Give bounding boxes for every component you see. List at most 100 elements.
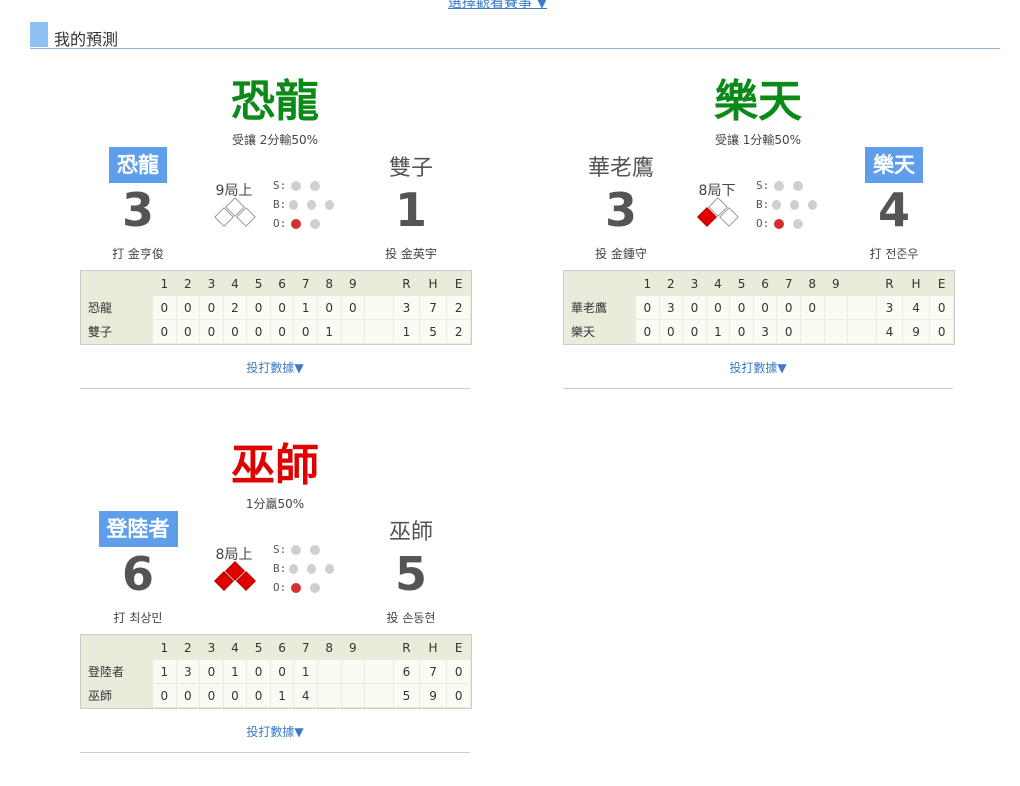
rhe-header: R	[877, 272, 902, 295]
inning-score: 0	[636, 320, 659, 343]
linescore-gap	[365, 660, 394, 683]
count-dot	[808, 199, 817, 210]
inning-header: 1	[153, 636, 176, 659]
count-dot	[307, 199, 317, 210]
count-row: O:	[273, 578, 343, 597]
inning-header: 4	[223, 636, 247, 659]
home-player: 投 金英宇	[385, 247, 437, 261]
linescore-table: 1 2 3 4 5 6 7 8 9 R H E 恐龍 0 0 0 2 0 0 1 0 0 3 7 2 雙子 0 0 0 0 0 0 0 1 1 5 2	[80, 270, 472, 345]
inning-score: 0	[270, 320, 294, 343]
errors: 0	[930, 320, 953, 343]
inning-score: 0	[247, 660, 270, 683]
inning-score: 0	[730, 320, 753, 343]
game-card: 恐龍 受讓 2分輸50% 恐龍 3 打 金亨俊 雙子 1 投 金英宇 9局上 S: B: O: 1 2 3 4…	[80, 76, 472, 406]
home-team-name: 雙子	[388, 156, 433, 181]
table-row: 登陸者 1 3 0 1 0 0 1 6 7 0	[82, 660, 470, 683]
count-dot	[774, 180, 784, 191]
linescore-gap	[365, 272, 394, 295]
stats-link[interactable]: 投打數據▼	[80, 723, 470, 740]
count-dot	[793, 218, 803, 229]
predicted-team: 巫師	[231, 440, 319, 491]
inning-score: 1	[270, 684, 294, 707]
rhe-header: R	[394, 636, 419, 659]
inning-header: 9	[341, 636, 365, 659]
inning-score: 0	[200, 320, 223, 343]
inning-score: 0	[683, 320, 706, 343]
inning-score	[341, 660, 365, 683]
linescore-gap	[365, 296, 394, 319]
away-score: 3	[121, 183, 154, 237]
inning-header: 3	[200, 636, 223, 659]
inning-score: 0	[200, 684, 223, 707]
linescore-table: 1 2 3 4 5 6 7 8 9 R H E 華老鷹 0 3 0 0 0 0 0 0 3 4 0 樂天 0 0 0 1 0 3 0 4 9 0	[563, 270, 955, 345]
errors: 0	[447, 684, 470, 707]
errors: 2	[447, 296, 470, 319]
inning-score: 0	[247, 684, 270, 707]
count-indicator: S: B: O:	[756, 176, 826, 233]
runs: 1	[394, 320, 419, 343]
count-label: B:	[273, 198, 287, 211]
inning-header: 1	[153, 272, 176, 295]
section-header-bar	[30, 22, 48, 47]
hits: 7	[419, 296, 447, 319]
inning-score: 0	[176, 684, 200, 707]
home-team-name: 巫師	[388, 520, 433, 545]
inning-header: 5	[247, 272, 270, 295]
predicted-team: 樂天	[714, 76, 802, 127]
bases-diamond	[696, 196, 744, 236]
count-label: O:	[756, 217, 770, 230]
away-player: 打 최상민	[113, 611, 163, 625]
linescore: 1 2 3 4 5 6 7 8 9 R H E 華老鷹 0 3 0 0 0 0 0 0 3 4 0 樂天 0 0 0 1 0 3 0 4 9 0	[564, 271, 954, 344]
errors: 0	[930, 296, 953, 319]
inning-header: 6	[270, 636, 294, 659]
inning-score: 0	[730, 296, 753, 319]
linescore-gap	[365, 684, 394, 707]
select-game-link[interactable]: 選擇觀看賽事 ▼	[448, 0, 547, 12]
inning-score: 0	[753, 296, 777, 319]
inning-header: 7	[294, 272, 317, 295]
inning-score: 0	[270, 660, 294, 683]
inning-score: 1	[706, 320, 730, 343]
inning-score: 0	[659, 320, 683, 343]
errors: 2	[447, 320, 470, 343]
stats-link[interactable]: 投打數據▼	[80, 359, 470, 376]
odds-text: 受讓 1分輸50%	[714, 133, 802, 147]
inning-score: 0	[247, 296, 270, 319]
linescore-header: 123456789 RHE	[565, 272, 953, 295]
count-row: S:	[273, 176, 343, 195]
hits: 4	[902, 296, 930, 319]
inning-score	[800, 320, 824, 343]
count-dot	[291, 180, 301, 191]
linescore-corner	[565, 272, 635, 295]
rhe-header: E	[447, 636, 470, 659]
bases-diamond	[213, 560, 261, 600]
table-row: 巫師 0 0 0 0 0 1 4 5 9 0	[82, 684, 470, 707]
count-dot	[793, 180, 803, 191]
inning-score: 0	[176, 320, 200, 343]
runs: 5	[394, 684, 419, 707]
inning-score: 1	[223, 660, 247, 683]
linescore-table: 1 2 3 4 5 6 7 8 9 R H E 登陸者 1 3 0 1 0 0 1 6 7 0 巫師 0 0 0 0 0 1 4 5 9 0	[80, 634, 472, 709]
stats-link[interactable]: 投打數據▼	[563, 359, 953, 376]
inning-score: 0	[247, 320, 270, 343]
inning-score: 0	[176, 296, 200, 319]
odds-text: 1分贏50%	[245, 497, 305, 511]
away-score: 6	[121, 547, 154, 601]
count-row: S:	[273, 540, 343, 559]
inning-score: 0	[683, 296, 706, 319]
inning-header: 5	[730, 272, 753, 295]
home-score: 4	[877, 183, 910, 237]
count-dot	[772, 199, 782, 210]
inning-score: 0	[706, 296, 730, 319]
game-card: 巫師 1分贏50% 登陸者 6 打 최상민 巫師 5 投 손동현 8局上 S: B: O: 1 2 3 4 5 6…	[80, 440, 472, 770]
inning-header: 2	[176, 272, 200, 295]
count-dot	[790, 199, 800, 210]
inning-header: 2	[176, 636, 200, 659]
count-dot	[310, 218, 320, 229]
linescore-team: 恐龍	[82, 296, 152, 319]
hits: 5	[419, 320, 447, 343]
linescore: 1 2 3 4 5 6 7 8 9 R H E 恐龍 0 0 0 2 0 0 1 0 0 3 7 2 雙子 0 0 0 0 0 0 0 1 1 5 2	[81, 271, 471, 344]
count-dot	[310, 544, 320, 555]
home-team-name: 樂天	[865, 147, 923, 183]
inning-score: 0	[777, 296, 800, 319]
